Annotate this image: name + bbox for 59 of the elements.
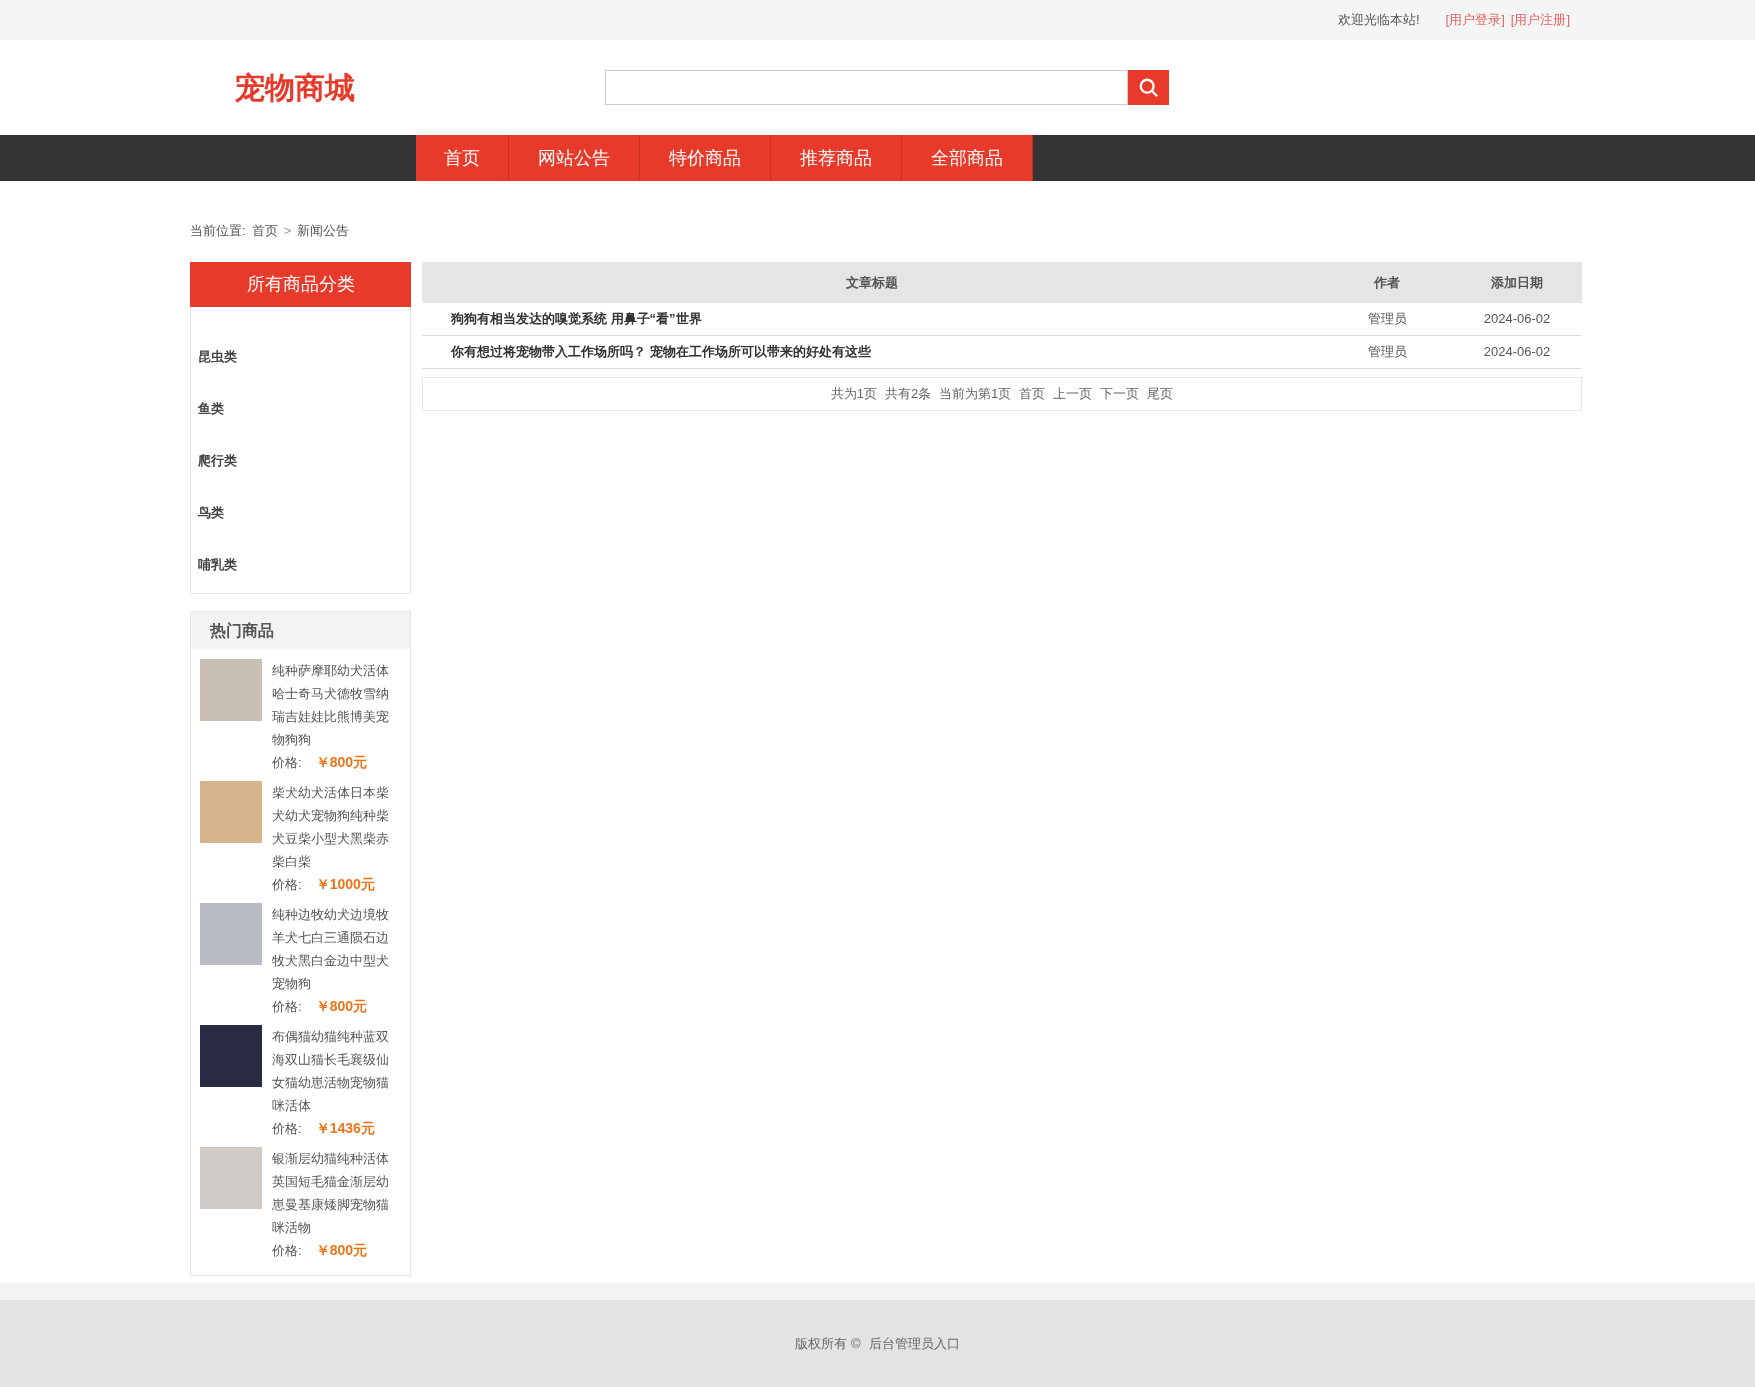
photo-placeholder[interactable]: [200, 781, 262, 843]
column-header: 文章标题: [845, 273, 899, 292]
product-name[interactable]: 柴犬幼犬活体日本柴犬幼犬宠物狗纯种柴犬豆柴小型犬黑柴赤柴白柴: [272, 781, 401, 873]
nav-tab[interactable]: 网站公告: [509, 135, 640, 181]
article-title[interactable]: 狗狗有相当发达的嗅觉系统 用鼻子“看”世界: [422, 309, 1322, 329]
pagination-info: 当前为第1页: [939, 385, 1012, 404]
search-button[interactable]: [1128, 70, 1169, 105]
table-cell-text: 2024-06-02: [1482, 343, 1552, 362]
product-name[interactable]: 纯种边牧幼犬边境牧羊犬七白三通陨石边牧犬黑白金边中型犬宠物狗: [272, 903, 401, 995]
category-header: 所有商品分类: [190, 262, 411, 307]
category-link[interactable]: 昆虫类: [198, 346, 410, 368]
product-price: ￥1436元: [315, 1119, 375, 1138]
photo-placeholder[interactable]: [200, 1147, 262, 1209]
price-label: 价格:: [272, 876, 302, 894]
product-name[interactable]: 纯种萨摩耶幼犬活体哈士奇马犬德牧雪纳瑞吉娃娃比熊博美宠物狗狗: [272, 659, 401, 751]
product-name[interactable]: 银渐层幼猫纯种活体英国短毛猫金渐层幼崽曼基康矮脚宠物猫咪活物: [272, 1147, 401, 1239]
pagination-info: 共有2条: [884, 385, 932, 404]
category-link[interactable]: 鸟类: [198, 502, 410, 524]
pagination-link[interactable]: 上一页: [1053, 384, 1093, 404]
product-price: ￥800元: [315, 753, 367, 772]
product-price: ￥800元: [315, 1241, 367, 1260]
photo-placeholder[interactable]: [200, 1025, 262, 1087]
hot-header: 热门商品: [191, 612, 410, 649]
category-link[interactable]: 哺乳类: [198, 554, 410, 576]
price-label: 价格:: [272, 1242, 302, 1260]
column-header: 作者: [1372, 273, 1401, 292]
nav-tab[interactable]: 特价商品: [640, 135, 771, 181]
price-label: 价格:: [272, 1120, 302, 1138]
price-label: 价格:: [272, 998, 302, 1016]
table-cell-text: 管理员: [1366, 310, 1408, 329]
article-title[interactable]: 你有想过将宠物带入工作场所吗？ 宠物在工作场所可以带来的好处有这些: [422, 342, 1322, 362]
category-link[interactable]: 鱼类: [198, 398, 410, 420]
search-icon: [1137, 76, 1160, 99]
nav-tab[interactable]: 首页: [416, 135, 509, 181]
logo-text[interactable]: 宠物商城: [235, 65, 605, 110]
breadcrumb-link[interactable]: 首页: [251, 221, 278, 241]
breadcrumb-label: 当前位置:: [190, 222, 246, 241]
pagination-link[interactable]: 首页: [1019, 384, 1046, 404]
copyright-text: 版权所有 ©: [795, 1334, 861, 1353]
product-price: ￥1000元: [315, 875, 375, 894]
breadcrumb-link[interactable]: 新闻公告: [297, 221, 350, 241]
product-name[interactable]: 布偶猫幼猫纯种蓝双海双山猫长毛襄级仙女猫幼崽活物宠物猫咪活体: [272, 1025, 401, 1117]
pagination-info: 共为1页: [830, 385, 877, 404]
product-price: ￥800元: [315, 997, 367, 1016]
category-link[interactable]: 爬行类: [198, 450, 410, 472]
table-cell-text: 2024-06-02: [1482, 310, 1552, 329]
search-field[interactable]: [605, 70, 1128, 105]
welcome-text: 欢迎光临本站!: [1337, 11, 1420, 30]
photo-placeholder[interactable]: [200, 903, 262, 965]
photo-placeholder[interactable]: [200, 659, 262, 721]
pagination-link[interactable]: 下一页: [1100, 384, 1140, 404]
breadcrumb-separator: >: [283, 222, 292, 241]
pagination-link[interactable]: 尾页: [1147, 384, 1174, 404]
nav-tab[interactable]: 全部商品: [902, 135, 1033, 181]
nav-tab[interactable]: 推荐商品: [771, 135, 902, 181]
admin-link[interactable]: 后台管理员入口: [868, 1333, 960, 1354]
column-header: 添加日期: [1490, 273, 1544, 292]
table-cell-text: 管理员: [1366, 343, 1408, 362]
price-label: 价格:: [272, 754, 302, 772]
